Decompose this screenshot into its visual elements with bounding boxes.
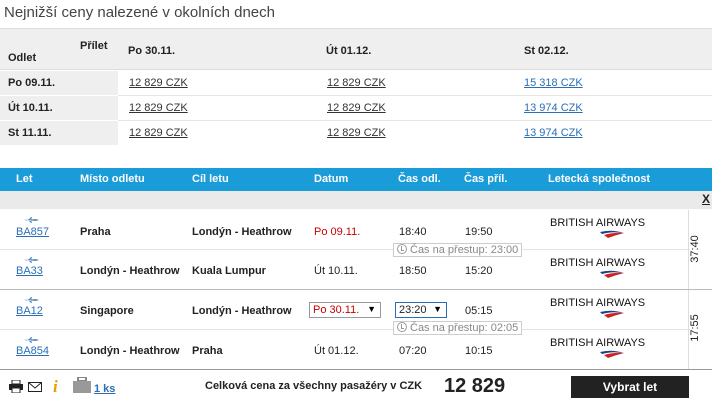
- group-divider: [0, 369, 712, 370]
- arrival-time: 10:15: [465, 345, 493, 357]
- flight-date: Út 01.12.: [314, 345, 359, 357]
- flight-number-link[interactable]: BA857: [16, 226, 49, 238]
- col-airline: Letecká společnost: [548, 173, 651, 185]
- british-airways-logo: BRITISH AIRWAYS: [550, 217, 650, 241]
- plane-icon: [23, 217, 39, 223]
- origin: Londýn - Heathrow: [80, 345, 180, 357]
- flight-row: BA857 Praha Londýn - Heathrow Po 09.11. …: [0, 210, 690, 250]
- departure-time: 18:40: [399, 226, 427, 238]
- arrival-time: 19:50: [465, 226, 493, 238]
- return-date-select[interactable]: Po 30.11. ▼: [309, 302, 381, 318]
- departure-time: 07:20: [399, 345, 427, 357]
- flight-number-link[interactable]: BA12: [16, 305, 43, 317]
- plane-icon: [23, 337, 39, 343]
- destination: Kuala Lumpur: [192, 265, 266, 277]
- arrival-time: 15:20: [465, 265, 493, 277]
- flights-table-header: Let Místo odletu Cíl letu Datum Čas odl.…: [0, 168, 712, 191]
- flight-row: BA854 Londýn - Heathrow Praha Út 01.12. …: [0, 330, 690, 370]
- origin: Londýn - Heathrow: [80, 265, 180, 277]
- email-icon[interactable]: [28, 382, 42, 392]
- matrix-header: Přílet Odlet Po 30.11. Út 01.12. St 02.1…: [0, 28, 712, 70]
- corner-depart-label: Odlet: [8, 52, 37, 64]
- passengers-link[interactable]: 1 ks: [94, 383, 115, 395]
- departure-time-select[interactable]: 23:20 ▼: [395, 302, 447, 318]
- page-title: Nejnižší ceny nalezené v okolních dnech: [4, 4, 275, 21]
- price-cell[interactable]: 12 829 CZK: [129, 77, 188, 89]
- destination: Praha: [192, 345, 223, 357]
- inbound-duration: 17:55: [689, 314, 701, 342]
- col-date: Datum: [314, 173, 349, 185]
- british-airways-logo: BRITISH AIRWAYS: [550, 257, 650, 281]
- flight-number-link[interactable]: BA854: [16, 345, 49, 357]
- col-arr-time: Čas příl.: [464, 173, 508, 185]
- price-cell[interactable]: 15 318 CZK: [524, 77, 583, 89]
- flight-date: Út 10.11.: [314, 265, 358, 277]
- flight-row: BA33 Londýn - Heathrow Kuala Lumpur Út 1…: [0, 250, 690, 290]
- column-date-3: St 02.12.: [524, 45, 569, 57]
- info-icon[interactable]: i: [53, 377, 58, 397]
- corner-return-label: Přílet: [80, 40, 108, 52]
- row-date-1: Po 09.11.: [8, 77, 56, 89]
- row-date-3: St 11.11.: [8, 127, 52, 139]
- col-flight: Let: [16, 173, 33, 185]
- price-cell[interactable]: 12 829 CZK: [327, 102, 386, 114]
- flight-number-link[interactable]: BA33: [16, 265, 43, 277]
- row-date-2: Út 10.11.: [8, 102, 53, 114]
- price-matrix: Přílet Odlet Po 30.11. Út 01.12. St 02.1…: [0, 28, 712, 148]
- destination: Londýn - Heathrow: [192, 305, 292, 317]
- price-cell[interactable]: 12 829 CZK: [129, 127, 188, 139]
- outbound-duration: 37:40: [689, 235, 701, 263]
- british-airways-logo: BRITISH AIRWAYS: [550, 297, 650, 321]
- price-cell[interactable]: 12 829 CZK: [327, 77, 386, 89]
- col-destination: Cíl letu: [192, 173, 229, 185]
- total-price-label: Celková cena za všechny pasažéry v CZK: [205, 380, 423, 392]
- flight-row: BA12 Singapore Londýn - Heathrow Po 30.1…: [0, 290, 690, 330]
- close-button[interactable]: X: [702, 192, 710, 206]
- british-airways-logo: BRITISH AIRWAYS: [550, 337, 650, 361]
- column-date-2: Út 01.12.: [326, 45, 372, 57]
- dropdown-arrow-icon: ▼: [367, 304, 376, 314]
- price-cell[interactable]: 13 974 CZK: [524, 127, 583, 139]
- flight-date: Po 09.11.: [314, 226, 361, 238]
- col-origin: Místo odletu: [80, 173, 145, 185]
- select-flight-button[interactable]: Vybrat let: [571, 376, 689, 398]
- print-icon[interactable]: [9, 380, 23, 393]
- plane-icon: [23, 257, 39, 263]
- origin: Praha: [80, 226, 111, 238]
- price-cell[interactable]: 13 974 CZK: [524, 102, 583, 114]
- arrival-time: 05:15: [465, 305, 493, 317]
- baggage-icon: [73, 377, 91, 393]
- col-dep-time: Čas odl.: [398, 173, 441, 185]
- flights-subheader: [0, 191, 712, 209]
- price-cell[interactable]: 12 829 CZK: [327, 127, 386, 139]
- column-date-1: Po 30.11.: [128, 45, 176, 57]
- origin: Singapore: [80, 305, 134, 317]
- dropdown-arrow-icon: ▼: [433, 304, 442, 314]
- departure-time: 18:50: [399, 265, 427, 277]
- total-price: 12 829: [444, 375, 506, 397]
- price-cell[interactable]: 12 829 CZK: [129, 102, 188, 114]
- plane-icon: [23, 297, 39, 303]
- destination: Londýn - Heathrow: [192, 226, 292, 238]
